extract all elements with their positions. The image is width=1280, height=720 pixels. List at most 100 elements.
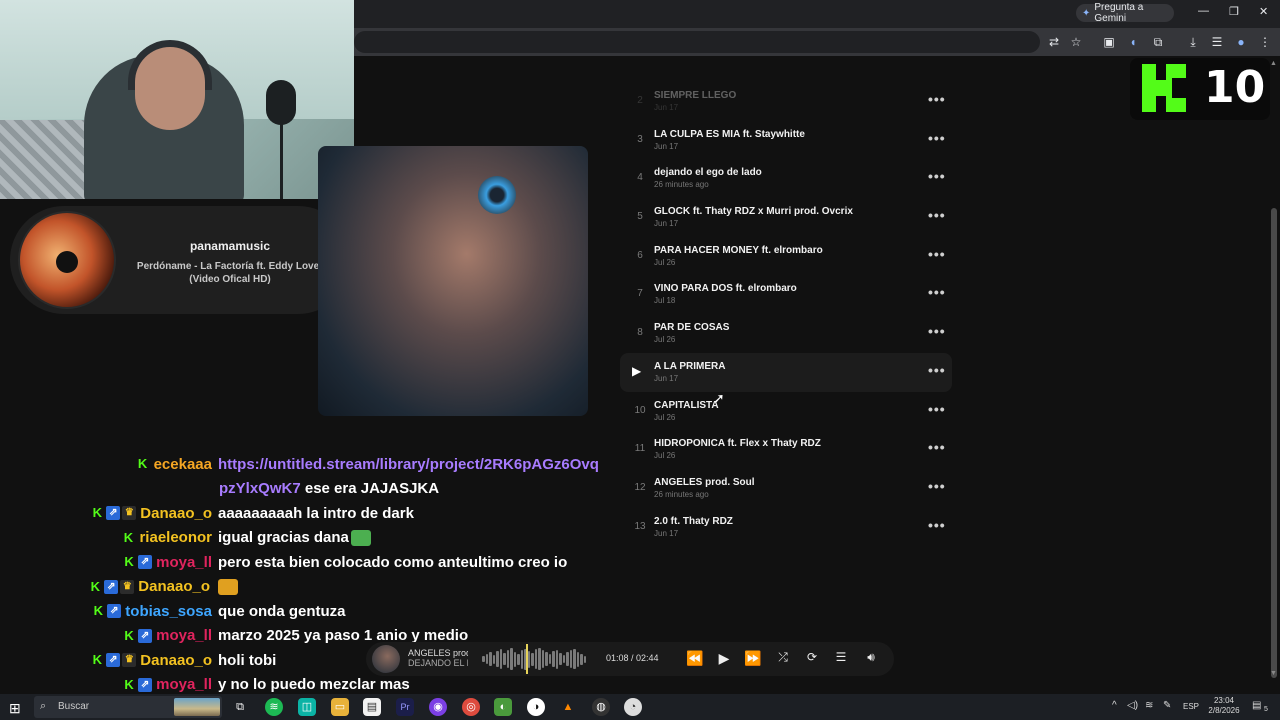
chrome-icon[interactable]: ◎ [462,698,480,716]
waveform-bar [489,652,492,666]
media-icon[interactable]: ◖ [1125,34,1141,50]
play-icon[interactable]: ▶ [715,650,733,667]
notepad-icon[interactable]: ▤ [363,698,381,716]
waveform-bar [513,651,516,667]
windows-start-icon[interactable]: ⊞ [9,700,21,717]
track-row[interactable]: ▶ A LA PRIMERA Jun 17 ••• [620,352,952,392]
track-row[interactable]: 8 PAR DE COSAS Jul 26 ••• [620,314,952,353]
reading-list-icon[interactable]: ☰ [1209,34,1225,50]
scroll-down-arrow-icon[interactable]: ▼ [1270,670,1277,677]
search-icon: ⌕ [40,700,47,712]
playhead[interactable] [526,644,528,674]
track-more-icon[interactable]: ••• [928,284,946,300]
wifi-icon[interactable]: ≋ [1145,700,1153,711]
close-button[interactable]: ✕ [1259,5,1268,18]
fast-forward-icon[interactable]: ⏩ [744,650,762,667]
vip-badge-icon: ⇗ [106,506,121,521]
track-row[interactable]: 13 2.0 ft. Thaty RDZ Jun 17 ••• [620,508,952,547]
restore-button[interactable]: ❐ [1229,5,1239,18]
waveform-bar [531,652,534,666]
address-field[interactable] [354,31,1040,53]
taskbar-search[interactable]: ⌕ Buscar [34,696,222,718]
chat-username[interactable]: tobias_sosa [125,603,212,620]
track-more-icon[interactable]: ••• [928,478,946,494]
track-more-icon[interactable]: ••• [928,168,946,184]
track-play-icon[interactable]: ▶ [632,364,641,378]
taskbar-clock[interactable]: 23:04 2/8/2026 [1206,696,1242,716]
track-more-icon[interactable]: ••• [928,246,946,262]
chat-username[interactable]: moya_ll [156,627,212,644]
tray-chevron-icon[interactable]: ^ [1112,700,1117,711]
track-more-icon[interactable]: ••• [928,439,946,455]
crown-badge-icon: ♛ [122,653,137,668]
webcam-microphone [266,80,296,125]
shuffle-icon[interactable]: ⤮ [774,650,792,665]
player-time: 01:08 / 02:44 [606,653,659,663]
notification-icon[interactable]: ▤ [1252,700,1261,711]
profile-avatar-icon[interactable]: ● [1233,34,1249,50]
language-indicator[interactable]: ESP [1183,702,1199,711]
app-icon-green[interactable]: ◐ [494,698,512,716]
track-title: PAR DE COSAS [654,322,730,334]
track-more-icon[interactable]: ••• [928,362,946,378]
obs-icon[interactable]: ◍ [592,698,610,716]
track-more-icon[interactable]: ••• [928,91,946,107]
waveform-seekbar[interactable] [482,648,586,670]
track-row[interactable]: 7 VINO PARA DOS ft. elrombaro Jul 18 ••• [620,275,952,314]
track-row[interactable]: 6 PARA HACER MONEY ft. elrombaro Jul 26 ••• [620,237,952,276]
track-more-icon[interactable]: ••• [928,517,946,533]
crown-badge-icon: ♛ [122,506,137,521]
app-icon-gray[interactable]: ◔ [624,698,642,716]
track-row[interactable]: 11 HIDROPONICA ft. Flex x Thaty RDZ Jul 26… [620,430,952,469]
track-row[interactable]: 10 CAPITALISTA Jul 26 ••• [620,392,952,431]
crown-badge-icon: ♛ [120,579,135,594]
rewind-icon[interactable]: ⏪ [686,650,704,667]
scrollbar-thumb[interactable] [1271,208,1277,678]
repeat-icon[interactable]: ⟳ [803,650,821,664]
gemini-button[interactable]: ✦ Pregunta a Gemini [1076,2,1174,24]
vlc-icon[interactable]: ▲ [559,698,577,716]
translate-icon[interactable]: ⇄ [1046,34,1062,50]
menu-kebab-icon[interactable]: ⋮ [1257,34,1273,50]
vip-badge-icon: ⇗ [138,677,153,692]
chat-username[interactable]: Danaao_o [138,578,210,595]
chat-username[interactable]: ecekaaa [154,456,212,473]
file-explorer-icon[interactable]: ▭ [331,698,349,716]
chat-link[interactable]: pzYlxQwK7 [219,480,301,497]
app-icon-white[interactable]: ◑ [527,698,545,716]
page-scrollbar[interactable]: ▲ ▼ [1270,60,1278,680]
queue-icon[interactable]: ☰ [832,650,850,664]
track-row[interactable]: 5 GLOCK ft. Thaty RDZ x Murri prod. Ovcri… [620,198,952,237]
track-date: Jul 26 [654,257,676,267]
volume-icon[interactable]: 🔊︎ [862,650,880,665]
track-more-icon[interactable]: ••• [928,323,946,339]
spotify-icon[interactable]: ≋ [265,698,283,716]
premiere-pro-icon[interactable]: Pr [396,698,414,716]
pen-icon[interactable]: ✎ [1163,700,1171,711]
chat-message: pzYlxQwK7 ese era JAJASJKA [60,477,660,502]
track-more-icon[interactable]: ••• [928,207,946,223]
bookmark-star-icon[interactable]: ☆ [1068,34,1084,50]
app-icon-teal[interactable]: ◫ [298,698,316,716]
chat-username[interactable]: moya_ll [156,554,212,571]
chat-username[interactable]: moya_ll [156,676,212,693]
track-row[interactable]: 12 ANGELES prod. Soul 26 minutes ago ••• [620,469,952,508]
track-row[interactable]: 4 dejando el ego de lado 26 minutes ago ••• [620,159,952,198]
download-icon[interactable]: ⤓ [1185,34,1201,50]
minimize-button[interactable]: — [1198,5,1209,17]
browser-icon-purple[interactable]: ◉ [429,698,447,716]
chat-username[interactable]: Danaao_o [140,505,212,522]
volume-tray-icon[interactable]: ◁) [1127,700,1138,711]
scroll-up-arrow-icon[interactable]: ▲ [1270,60,1277,67]
track-row[interactable]: 2 SIEMPRE LLEGO Jun 17 ••• [620,82,952,121]
track-row[interactable]: 3 LA CULPA ES MIA ft. Staywhitte Jun 17 ••• [620,121,952,160]
chat-link[interactable]: https://untitled.stream/library/project/… [218,456,599,473]
task-view-icon[interactable]: ⧉ [231,698,249,716]
chat-text: igual gracias dana [218,529,349,547]
extensions-icon[interactable]: ⧉ [1150,34,1166,50]
tab-search-icon[interactable]: ▣ [1101,34,1117,50]
chat-username[interactable]: riaeleonor [139,529,212,546]
track-more-icon[interactable]: ••• [928,130,946,146]
track-more-icon[interactable]: ••• [928,401,946,417]
chat-username[interactable]: Danaao_o [140,652,212,669]
